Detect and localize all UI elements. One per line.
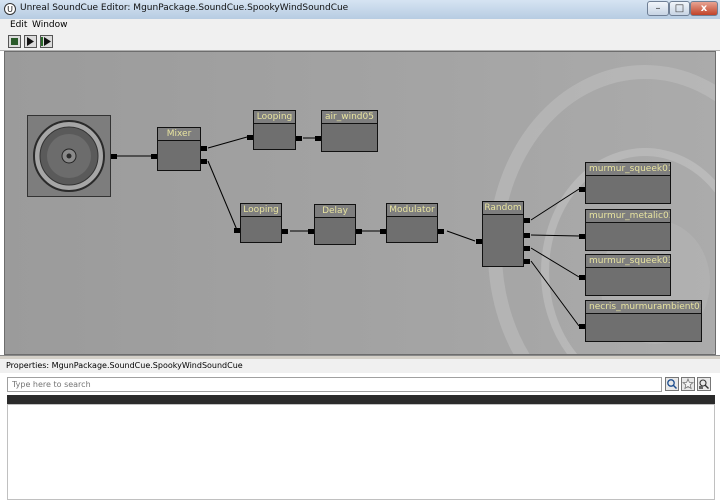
properties-title: Properties: MgunPackage.SoundCue.SpookyW… (6, 361, 243, 370)
looping-1-output-pin[interactable] (296, 136, 302, 141)
looping-1-input-pin[interactable] (247, 135, 253, 140)
mixer-node-title: Mixer (158, 128, 200, 141)
random-output-pin-1[interactable] (524, 218, 530, 223)
wave-node-air-wind-title: air_wind05 (322, 111, 377, 124)
unreal-logo-icon: U (4, 3, 16, 15)
wave-node-murmur-squeek03-title: murmur_squeek03 (586, 255, 670, 268)
random-output-pin-4[interactable] (524, 259, 530, 264)
random-node[interactable]: Random (482, 201, 524, 267)
wave-node-murmur-squeek01-title: murmur_squeek01 (586, 163, 670, 176)
random-output-pin-3[interactable] (524, 246, 530, 251)
toolbar (0, 33, 720, 51)
mixer-output-pin-1[interactable] (201, 146, 207, 151)
soundcue-output-node[interactable] (27, 115, 111, 197)
favorites-button[interactable] (681, 377, 695, 391)
svg-text:U: U (7, 5, 13, 14)
modulator-node-title: Modulator (387, 204, 437, 217)
looping-node-1-title: Looping (254, 111, 295, 124)
delay-node-title: Delay (315, 205, 355, 218)
random-input-pin[interactable] (476, 239, 482, 244)
wave-node-murmur-squeek03[interactable]: murmur_squeek03 (585, 254, 671, 296)
menu-edit[interactable]: Edit (10, 20, 27, 30)
modulator-node[interactable]: Modulator (386, 203, 438, 243)
minimize-icon: – (655, 3, 661, 14)
minimize-button[interactable]: – (647, 1, 669, 16)
soundcue-graph-canvas[interactable]: Mixer Looping air_wind05 Looping Delay M… (4, 51, 716, 355)
menu-bar: Edit Window (0, 19, 720, 34)
close-icon: x (700, 3, 708, 14)
looping-node-2[interactable]: Looping (240, 203, 282, 243)
looping-2-output-pin[interactable] (282, 229, 288, 234)
play-icon (27, 37, 34, 46)
mixer-node[interactable]: Mixer (157, 127, 201, 171)
title-bar: U Unreal SoundCue Editor: MgunPackage.So… (0, 0, 720, 20)
menu-window[interactable]: Window (32, 20, 68, 30)
delay-input-pin[interactable] (308, 229, 314, 234)
looping-node-2-title: Looping (241, 204, 281, 217)
play-node-icon (41, 37, 51, 46)
star-icon (681, 377, 695, 390)
random-output-pin-2[interactable] (524, 233, 530, 238)
speaker-icon (33, 120, 105, 192)
wave-node-necris-murmurambient01-title: necris_murmurambient01 (586, 301, 701, 314)
wave-node-murmur-metalic03-title: murmur_metalic03 (586, 210, 670, 223)
properties-category-bar (7, 395, 715, 404)
maximize-icon: □ (674, 3, 685, 14)
murmur-squeek01-input-pin[interactable] (579, 187, 585, 192)
air-wind-input-pin[interactable] (315, 136, 321, 141)
properties-search-input[interactable] (7, 377, 662, 392)
necris-murmurambient01-input-pin[interactable] (579, 324, 585, 329)
modulator-input-pin[interactable] (380, 229, 386, 234)
wave-node-murmur-squeek01[interactable]: murmur_squeek01 (585, 162, 671, 204)
search-button[interactable] (665, 377, 679, 391)
play-button[interactable] (24, 35, 37, 48)
delay-output-pin[interactable] (356, 229, 362, 234)
play-node-button[interactable] (40, 35, 53, 48)
looping-2-input-pin[interactable] (234, 228, 240, 233)
delay-node[interactable]: Delay (314, 204, 356, 245)
modulator-output-pin[interactable] (438, 229, 444, 234)
close-button[interactable]: x (690, 1, 718, 16)
mixer-input-pin[interactable] (151, 154, 157, 159)
search-options-button[interactable] (697, 377, 711, 391)
random-node-title: Random (483, 202, 523, 215)
looping-node-1[interactable]: Looping (253, 110, 296, 150)
wave-node-murmur-metalic03[interactable]: murmur_metalic03 (585, 209, 671, 251)
maximize-button[interactable]: □ (669, 1, 690, 16)
output-pin[interactable] (111, 154, 117, 159)
murmur-metalic03-input-pin[interactable] (579, 234, 585, 239)
properties-header: Properties: MgunPackage.SoundCue.SpookyW… (0, 359, 720, 373)
stop-button[interactable] (8, 35, 21, 48)
wave-node-necris-murmurambient01[interactable]: necris_murmurambient01 (585, 300, 702, 342)
magnifier-icon (667, 379, 678, 390)
properties-list[interactable] (7, 404, 715, 500)
wave-node-air-wind[interactable]: air_wind05 (321, 110, 378, 152)
window-title: Unreal SoundCue Editor: MgunPackage.Soun… (20, 3, 349, 13)
murmur-squeek03-input-pin[interactable] (579, 275, 585, 280)
stop-icon (11, 38, 18, 45)
settings-search-icon (699, 379, 709, 389)
mixer-output-pin-2[interactable] (201, 159, 207, 164)
